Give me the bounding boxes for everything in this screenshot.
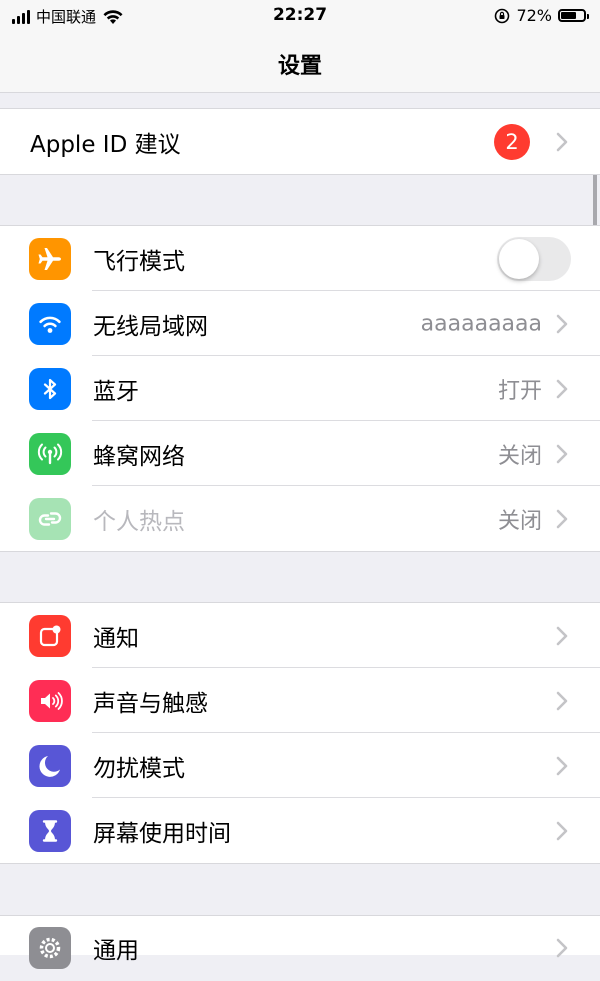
chevron-right-icon	[556, 509, 568, 528]
personal-hotspot-row[interactable]: 个人热点 关闭	[0, 486, 600, 551]
general-group: 通用	[0, 915, 600, 969]
gear-icon	[29, 927, 71, 969]
hotspot-link-icon	[29, 497, 71, 540]
battery-icon	[558, 9, 589, 22]
chevron-right-icon	[556, 626, 568, 645]
wifi-label: 无线局域网	[93, 313, 208, 340]
notifications-label: 通知	[93, 625, 139, 652]
notifications-group: 通知 声音与触感 勿扰模式 屏幕使用时间	[0, 602, 600, 864]
screen-time-label: 屏幕使用时间	[93, 820, 231, 847]
cellular-label: 蜂窝网络	[93, 443, 185, 470]
toggle-knob	[499, 238, 539, 279]
status-bar: 中国联通 22:27 72%	[0, 0, 600, 34]
chevron-right-icon	[556, 691, 568, 710]
battery-percent: 72%	[516, 6, 552, 25]
apple-id-label: Apple ID 建议	[30, 131, 181, 158]
general-label: 通用	[93, 938, 139, 964]
airplane-mode-toggle[interactable]	[497, 236, 571, 281]
apple-id-group: Apple ID 建议 2	[0, 108, 600, 175]
sounds-label: 声音与触感	[93, 690, 208, 717]
rotation-lock-icon	[495, 8, 510, 23]
chevron-right-icon	[556, 314, 568, 333]
navigation-bar: 设置	[0, 34, 600, 93]
screen-time-row[interactable]: 屏幕使用时间	[0, 798, 600, 863]
hourglass-icon	[29, 809, 71, 852]
chevron-right-icon	[556, 756, 568, 775]
notifications-icon	[29, 614, 71, 657]
chevron-right-icon	[556, 132, 568, 151]
chevron-right-icon	[556, 379, 568, 398]
cellular-row[interactable]: 蜂窝网络 关闭	[0, 421, 600, 486]
cellular-status: 关闭	[497, 443, 542, 469]
sounds-haptics-row[interactable]: 声音与触感	[0, 668, 600, 733]
dnd-label: 勿扰模式	[93, 755, 185, 782]
wifi-row[interactable]: 无线局域网 aaaaaaaaa	[0, 291, 600, 356]
hotspot-status: 关闭	[497, 508, 542, 534]
airplane-mode-row: 飞行模式	[0, 226, 600, 291]
chevron-right-icon	[556, 938, 568, 958]
general-row[interactable]: 通用	[0, 916, 600, 981]
status-right: 72%	[494, 6, 589, 25]
hotspot-label: 个人热点	[93, 508, 185, 535]
bluetooth-status: 打开	[497, 378, 542, 404]
chevron-right-icon	[556, 821, 568, 840]
page-title: 设置	[277, 54, 322, 79]
notification-badge: 2	[494, 123, 530, 160]
bluetooth-label: 蓝牙	[93, 378, 139, 405]
notifications-row[interactable]: 通知	[0, 603, 600, 668]
moon-icon	[29, 744, 71, 787]
wifi-network-name: aaaaaaaaa	[420, 311, 542, 336]
speaker-icon	[29, 679, 71, 722]
bluetooth-row[interactable]: 蓝牙 打开	[0, 356, 600, 421]
apple-id-suggestions-row[interactable]: Apple ID 建议 2	[0, 109, 600, 174]
wifi-icon	[29, 302, 71, 345]
connectivity-group: 飞行模式 无线局域网 aaaaaaaaa 蓝牙 打开 蜂窝网络 关闭 个人热点 …	[0, 225, 600, 552]
chevron-right-icon	[556, 444, 568, 463]
airplane-mode-label: 飞行模式	[93, 248, 185, 275]
airplane-icon	[29, 237, 71, 280]
battery-fill	[561, 12, 577, 19]
do-not-disturb-row[interactable]: 勿扰模式	[0, 733, 600, 798]
bluetooth-icon	[29, 367, 71, 410]
cellular-antenna-icon	[29, 432, 71, 475]
